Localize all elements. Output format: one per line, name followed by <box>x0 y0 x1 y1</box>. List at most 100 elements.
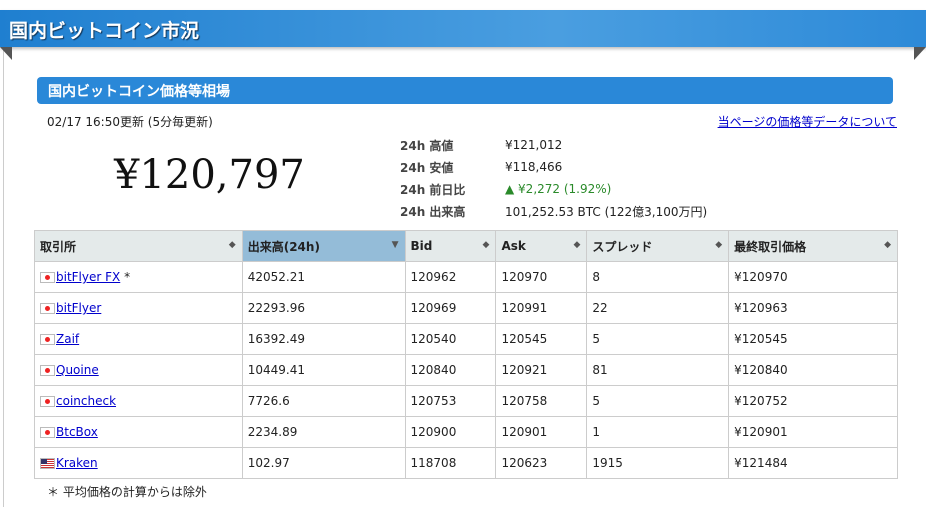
table-cell: 120962 <box>404 261 497 293</box>
section-title: 国内ビットコイン価格等相場 <box>48 84 230 100</box>
flag-icon <box>40 272 55 283</box>
column-header[interactable]: スプレッド ◆ <box>586 230 730 262</box>
column-header-label: 最終取引価格 <box>734 239 807 254</box>
exchange-table: 取引所 ◆ 出来高(24h) ▼ Bid ◆ Ask ◆ スプレッド ◆ 最終取引価格 ◆ bitFl… <box>34 230 898 479</box>
stat-label: 24h 安値 <box>400 160 454 175</box>
exchange-link[interactable]: bitFlyer FX <box>56 270 120 284</box>
table-cell: ¥120963 <box>728 292 898 324</box>
column-header-label: スプレッド <box>592 239 653 254</box>
sort-icon: ◆ <box>228 240 236 250</box>
stat-value: ¥118,466 <box>505 160 563 174</box>
table-cell: ¥120901 <box>728 416 898 448</box>
table-cell: 118708 <box>404 447 497 479</box>
table-cell: ¥120545 <box>728 323 898 355</box>
update-time: 02/17 16:50更新 (5分毎更新) <box>47 115 213 129</box>
flag-icon <box>40 427 55 438</box>
table-cell: 120900 <box>404 416 497 448</box>
table-cell: 81 <box>586 354 730 386</box>
table-cell: ¥120752 <box>728 385 898 417</box>
exchange-link[interactable]: Quoine <box>56 363 99 377</box>
stat-row: 24h 出来高 101,252.53 BTC (122億3,100万円) <box>400 200 707 222</box>
page-title: 国内ビットコイン市況 <box>9 20 200 42</box>
table-cell: 120991 <box>495 292 588 324</box>
column-header-label: 取引所 <box>40 239 77 254</box>
table-cell: 120758 <box>495 385 588 417</box>
stats-panel: 24h 高値 ¥121,012 24h 安値 ¥118,466 24h 前日比 ▲ ¥2,… <box>400 134 707 222</box>
table-cell: 42052.21 <box>241 261 406 293</box>
table-cell: ¥120840 <box>728 354 898 386</box>
table-cell: 120545 <box>495 323 588 355</box>
stat-row: 24h 高値 ¥121,012 <box>400 134 707 156</box>
table-row: BtcBox 2234.89 120900 120901 1 ¥120901 <box>34 416 898 448</box>
sort-icon: ◆ <box>884 240 891 250</box>
table-cell: 120901 <box>495 416 588 448</box>
table-cell: ¥120970 <box>728 261 898 293</box>
table-cell: 7726.6 <box>241 385 406 417</box>
exchange-link[interactable]: bitFlyer <box>56 301 101 315</box>
exchange-cell: coincheck <box>34 385 243 417</box>
current-price: ¥120,797 <box>114 152 305 198</box>
table-cell: 120840 <box>404 354 497 386</box>
table-cell: 8 <box>586 261 730 293</box>
exchange-link[interactable]: BtcBox <box>56 425 98 439</box>
sort-desc-icon: ▼ <box>391 240 399 250</box>
table-cell: 10449.41 <box>241 354 406 386</box>
table-cell: 22293.96 <box>241 292 406 324</box>
table-cell: 120540 <box>404 323 497 355</box>
exchange-link[interactable]: Kraken <box>56 456 98 470</box>
flag-icon <box>40 303 55 314</box>
table-row: coincheck 7726.6 120753 120758 5 ¥120752 <box>34 385 898 417</box>
table-cell: 120753 <box>404 385 497 417</box>
column-header[interactable]: 取引所 ◆ <box>34 230 243 262</box>
flag-icon <box>40 334 55 345</box>
table-row: bitFlyer 22293.96 120969 120991 22 ¥120963 <box>34 292 898 324</box>
column-header[interactable]: 最終取引価格 ◆ <box>728 230 898 262</box>
section-header: 国内ビットコイン価格等相場 <box>37 77 893 104</box>
ribbon-fold <box>0 47 12 60</box>
column-header-label: Ask <box>501 239 526 253</box>
table-cell: ¥121484 <box>728 447 898 479</box>
exchange-link[interactable]: coincheck <box>56 394 116 408</box>
divider <box>3 47 4 507</box>
stat-row: 24h 安値 ¥118,466 <box>400 156 707 178</box>
table-cell: 1915 <box>586 447 730 479</box>
stat-value: ¥121,012 <box>505 138 563 152</box>
exchange-cell: Zaif <box>34 323 243 355</box>
stat-row: 24h 前日比 ▲ ¥2,272 (1.92%) <box>400 178 707 200</box>
table-cell: 5 <box>586 323 730 355</box>
stat-label: 24h 出来高 <box>400 204 466 219</box>
about-data-link[interactable]: 当ページの価格等データについて <box>718 113 897 130</box>
table-cell: 120970 <box>495 261 588 293</box>
footnote: ＊ 平均価格の計算からは除外 <box>47 485 207 499</box>
table-cell: 120969 <box>404 292 497 324</box>
stat-label: 24h 前日比 <box>400 182 466 197</box>
page-header: 国内ビットコイン市況 <box>0 10 926 47</box>
exchange-cell: bitFlyer FX * <box>34 261 243 293</box>
stat-value: ▲ ¥2,272 (1.92%) <box>505 182 612 196</box>
column-header[interactable]: 出来高(24h) ▼ <box>241 230 406 262</box>
table-cell: 120623 <box>495 447 588 479</box>
flag-icon <box>40 396 55 407</box>
sort-icon: ◆ <box>573 240 581 250</box>
table-row: Kraken 102.97 118708 120623 1915 ¥121484 <box>34 447 898 479</box>
exchange-link[interactable]: Zaif <box>56 332 79 346</box>
exchange-cell: BtcBox <box>34 416 243 448</box>
table-row: Zaif 16392.49 120540 120545 5 ¥120545 <box>34 323 898 355</box>
stat-value: 101,252.53 BTC (122億3,100万円) <box>505 204 708 219</box>
sort-icon: ◆ <box>715 240 723 250</box>
table-cell: 5 <box>586 385 730 417</box>
column-header[interactable]: Bid ◆ <box>404 230 497 262</box>
exchange-cell: bitFlyer <box>34 292 243 324</box>
exchange-cell: Kraken <box>34 447 243 479</box>
flag-icon <box>40 365 55 376</box>
exchange-cell: Quoine <box>34 354 243 386</box>
table-cell: 1 <box>586 416 730 448</box>
column-header[interactable]: Ask ◆ <box>495 230 588 262</box>
table-cell: 16392.49 <box>241 323 406 355</box>
ribbon-fold <box>914 47 926 60</box>
table-cell: 120921 <box>495 354 588 386</box>
stat-label: 24h 高値 <box>400 138 454 153</box>
table-cell: 22 <box>586 292 730 324</box>
column-header-label: 出来高(24h) <box>247 239 320 254</box>
table-cell: 102.97 <box>241 447 406 479</box>
